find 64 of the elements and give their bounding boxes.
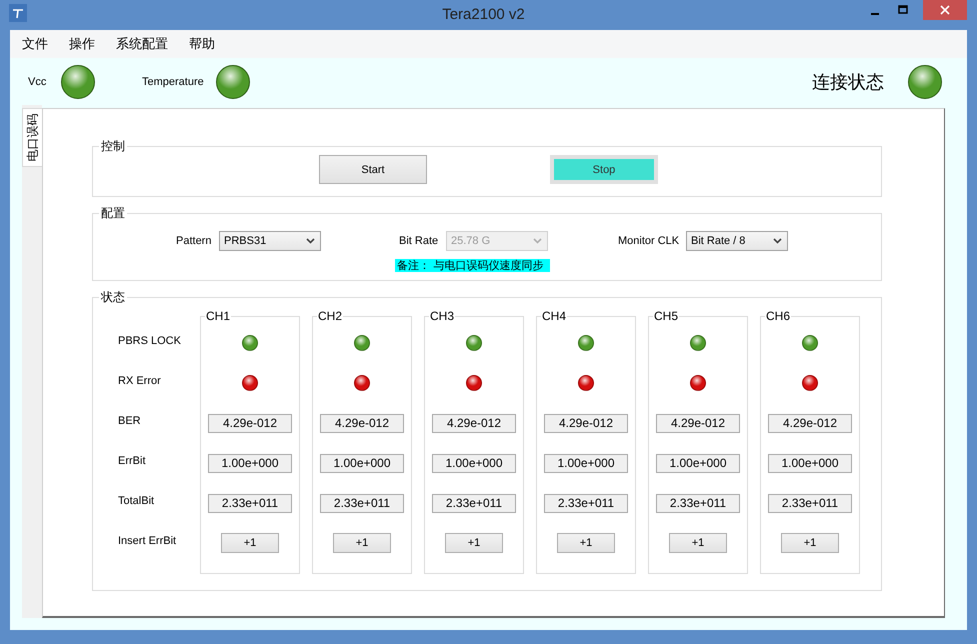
button[interactable]: Stop — [550, 155, 658, 184]
value-field: 1.00e+000 — [432, 454, 516, 472]
group-title: 控制 — [100, 138, 126, 155]
value-field: 2.33e+011 — [432, 494, 516, 512]
app-icon — [9, 4, 27, 22]
value-field: 4.29e-012 — [432, 414, 516, 432]
row-label: ErrBit — [118, 455, 146, 467]
button[interactable]: Start — [319, 155, 427, 184]
menu-item[interactable]: 操作 — [69, 35, 105, 53]
value-field: 4.29e-012 — [544, 414, 628, 432]
insert-button[interactable]: +1 — [333, 533, 391, 553]
group-title: 配置 — [100, 205, 126, 222]
menu-item[interactable]: 系统配置 — [116, 35, 178, 53]
value-field: 4.29e-012 — [320, 414, 404, 432]
value-field: 1.00e+000 — [320, 454, 404, 472]
chevron-icon — [306, 238, 315, 244]
value-field: 1.00e+000 — [768, 454, 852, 472]
value-field: 2.33e+011 — [208, 494, 292, 512]
field-label: Pattern — [176, 235, 212, 247]
connection-label: 连接状态 — [812, 70, 885, 94]
value-field: 1.00e+000 — [656, 454, 740, 472]
value-field: 1.00e+000 — [544, 454, 628, 472]
row-label: BER — [118, 415, 141, 427]
channel-title: CH1 — [205, 309, 232, 323]
group-title: 状态 — [100, 289, 126, 306]
channel-title: CH4 — [541, 309, 568, 323]
value-field: 2.33e+011 — [544, 494, 628, 512]
value-field: 4.29e-012 — [768, 414, 852, 432]
value-field: 2.33e+011 — [768, 494, 852, 512]
window-title: Tera2100 v2 — [441, 5, 526, 25]
value-field: 1.00e+000 — [208, 454, 292, 472]
channel-title: CH2 — [317, 309, 344, 323]
chevron-icon — [773, 238, 782, 244]
insert-button[interactable]: +1 — [669, 533, 727, 553]
menu-item[interactable]: 文件 — [22, 35, 58, 53]
value-field: 4.29e-012 — [656, 414, 740, 432]
insert-button[interactable]: +1 — [221, 533, 279, 553]
maximize-icon — [898, 5, 908, 15]
value-field: 2.33e+011 — [320, 494, 404, 512]
note-text: 备注： 与电口误码仪速度同步 — [395, 259, 550, 272]
chevron-icon — [533, 238, 542, 244]
tab[interactable]: 电口误码 — [22, 108, 42, 167]
value-field: 2.33e+011 — [656, 494, 740, 512]
indicator-label: Vcc — [28, 76, 48, 88]
value-field: 4.29e-012 — [208, 414, 292, 432]
menu-item[interactable]: 帮助 — [189, 35, 225, 53]
dropdown[interactable]: PRBS31 — [219, 231, 321, 251]
row-label: RX Error — [118, 375, 161, 387]
insert-button[interactable]: +1 — [445, 533, 503, 553]
row-label: PBRS LOCK — [118, 335, 181, 347]
indicator-label: Temperature — [142, 76, 205, 88]
channel-title: CH3 — [429, 309, 456, 323]
field-label: Bit Rate — [399, 235, 440, 247]
row-label: TotalBit — [118, 495, 154, 507]
minimize-icon — [871, 12, 879, 14]
row-label: Insert ErrBit — [118, 535, 176, 547]
insert-button[interactable]: +1 — [557, 533, 615, 553]
field-label: Monitor CLK — [618, 235, 680, 247]
channel-title: CH6 — [765, 309, 792, 323]
close-button[interactable] — [923, 0, 967, 20]
channel-title: CH5 — [653, 309, 680, 323]
insert-button[interactable]: +1 — [781, 533, 839, 553]
close-icon — [940, 5, 950, 15]
dropdown[interactable]: Bit Rate / 8 — [686, 231, 788, 251]
